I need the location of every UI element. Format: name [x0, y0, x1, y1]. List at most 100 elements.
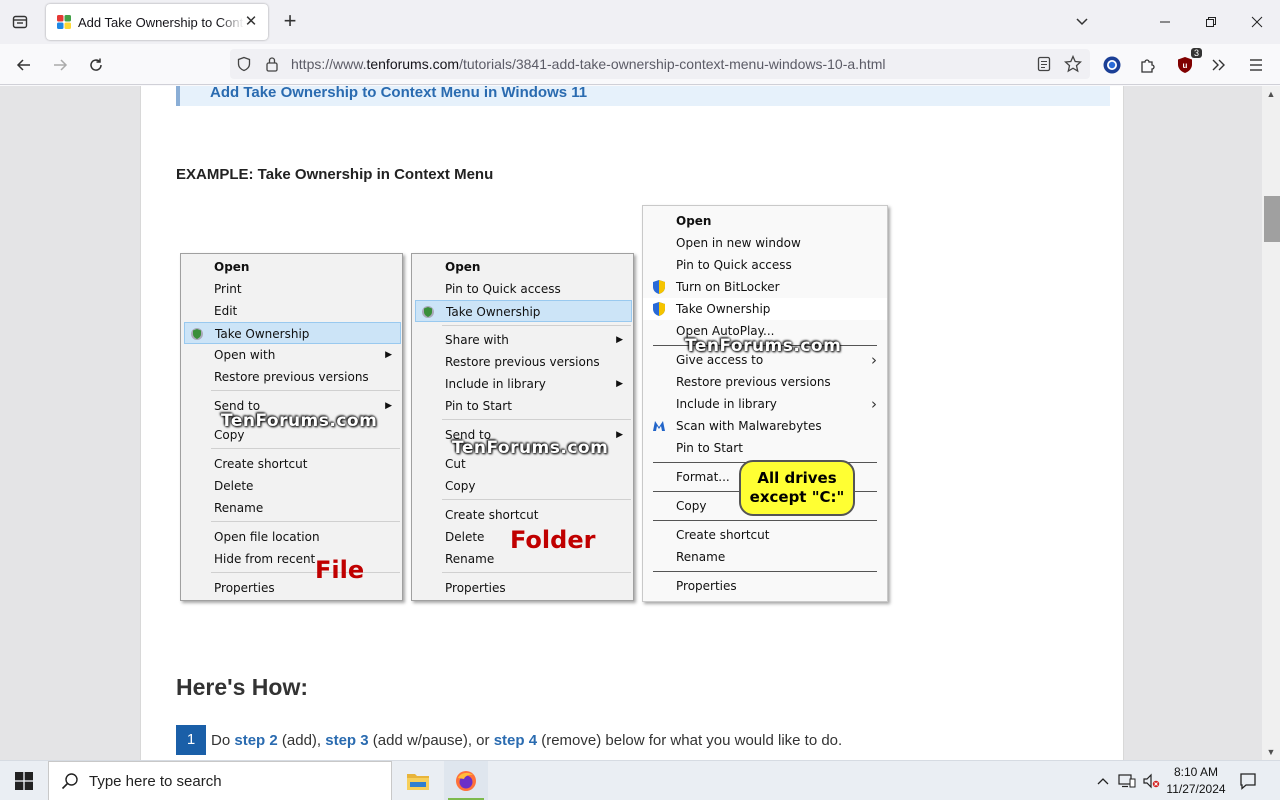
uac-shield-icon [653, 302, 665, 316]
menu-item: Rename [676, 550, 726, 564]
file-label: File [315, 556, 365, 584]
menu-item: Properties [445, 581, 506, 595]
menu-item-take-ownership: Take Ownership [184, 322, 401, 344]
menu-item: Open with ▶ [214, 348, 392, 362]
extension-badge-count: 3 [1190, 48, 1202, 58]
menu-item: Include in library ▶ [445, 377, 623, 391]
menu-item-take-ownership: Take Ownership [415, 300, 632, 322]
menu-item: Print [214, 282, 242, 296]
minimize-icon[interactable] [1142, 0, 1188, 44]
menu-separator [442, 325, 631, 326]
folder-context-menu-image: Open Pin to Quick access Take Ownership … [411, 253, 634, 601]
scroll-thumb[interactable] [1264, 196, 1280, 242]
menu-separator [211, 390, 400, 391]
overflow-chevron-icon[interactable] [1206, 52, 1232, 78]
menu-item: Open [445, 260, 481, 274]
step-number: 1 [176, 725, 206, 755]
shield-icon [191, 328, 203, 340]
tracking-protection-shield-icon[interactable] [234, 54, 254, 74]
taskbar-search-box[interactable]: Type here to search [48, 761, 392, 800]
windows-taskbar: Type here to search 8:10 AM 11/27/2024 [0, 760, 1280, 800]
menu-item: Restore previous versions [676, 375, 831, 389]
windows-logo-icon [15, 772, 33, 790]
menu-item: Turn on BitLocker [643, 276, 887, 298]
notification-center-icon[interactable] [1234, 761, 1262, 800]
search-icon [61, 773, 78, 790]
drive-context-menu-image: Open Open in new window Pin to Quick acc… [642, 205, 888, 602]
forward-arrow-icon[interactable] [47, 52, 73, 78]
reader-view-icon[interactable] [1034, 54, 1054, 74]
file-context-menu-image: Open Print Edit Take Ownership Open with… [180, 253, 403, 601]
drives-callout: All drives except "C:" [739, 460, 855, 516]
menu-separator [211, 572, 400, 573]
show-hidden-icons-chevron-icon[interactable] [1094, 761, 1112, 800]
step-2-link[interactable]: step 2 [234, 732, 277, 749]
menu-item: Open [214, 260, 250, 274]
menu-item: Open file location [214, 530, 320, 544]
menu-item: Create shortcut [445, 508, 539, 522]
watermark: TenForums.com [452, 438, 609, 458]
firefox-taskbar-icon[interactable] [444, 761, 488, 800]
clock-time: 8:10 AM [1173, 765, 1219, 779]
account-icon[interactable] [1099, 52, 1125, 78]
menu-separator [442, 499, 631, 500]
browser-tab[interactable]: Add Take Ownership to Context Menu in Wi… [46, 4, 268, 40]
menu-item: Restore previous versions [214, 370, 369, 384]
folder-label: Folder [510, 526, 596, 554]
menu-separator [653, 571, 877, 572]
malwarebytes-icon [653, 421, 665, 431]
menu-item: Share with ▶ [445, 333, 623, 347]
menu-item: Create shortcut [214, 457, 308, 471]
restore-icon[interactable] [1188, 0, 1234, 44]
menu-item: Scan with Malwarebytes [643, 415, 887, 437]
menu-item: Create shortcut [676, 528, 770, 542]
watermark: TenForums.com [221, 411, 378, 431]
reload-icon[interactable] [83, 52, 109, 78]
menu-item: Edit [214, 304, 238, 318]
menu-separator [653, 520, 877, 521]
menu-item-take-ownership: Take Ownership [643, 298, 887, 320]
related-tutorial-link[interactable]: Add Take Ownership to Context Menu in Wi… [176, 86, 1110, 106]
menu-item: Open [676, 214, 712, 228]
scroll-up-icon[interactable]: ▲ [1262, 86, 1280, 102]
new-tab-button[interactable]: + [279, 10, 301, 34]
hamburger-menu-icon[interactable] [1243, 52, 1269, 78]
menu-item: Pin to Quick access [445, 282, 561, 296]
firefox-view-icon[interactable] [8, 10, 32, 34]
menu-item: Include in library › [676, 395, 877, 413]
file-explorer-icon[interactable] [396, 761, 440, 800]
search-placeholder: Type here to search [89, 772, 222, 790]
back-arrow-icon[interactable] [11, 52, 37, 78]
step-4-link[interactable]: step 4 [494, 732, 537, 749]
shield-icon [422, 306, 434, 318]
menu-item: Rename [214, 501, 264, 515]
step-1: 1 Do step 2 (add), step 3 (add w/pause),… [176, 725, 842, 755]
address-bar[interactable]: https://www.tenforums.com/tutorials/3841… [230, 49, 1090, 79]
bookmark-star-icon[interactable] [1063, 54, 1083, 74]
network-icon[interactable] [1116, 761, 1138, 800]
menu-item: Hide from recent [214, 552, 316, 566]
taskbar-clock[interactable]: 8:10 AM 11/27/2024 [1160, 764, 1232, 798]
list-all-tabs-icon[interactable] [1070, 10, 1094, 34]
scroll-down-icon[interactable]: ▼ [1262, 744, 1280, 760]
navigation-toolbar: https://www.tenforums.com/tutorials/3841… [0, 44, 1280, 85]
lock-icon[interactable] [262, 54, 282, 74]
url-text[interactable]: https://www.tenforums.com/tutorials/3841… [291, 56, 885, 72]
step-3-link[interactable]: step 3 [325, 732, 368, 749]
extensions-puzzle-icon[interactable] [1135, 52, 1161, 78]
volume-muted-icon[interactable] [1140, 761, 1162, 800]
page-scrollbar[interactable]: ▲ ▼ [1262, 86, 1280, 760]
page-viewport: Add Take Ownership to Context Menu in Wi… [0, 86, 1262, 760]
example-title: EXAMPLE: Take Ownership in Context Menu [176, 166, 494, 183]
start-button[interactable] [0, 761, 48, 800]
menu-separator [211, 448, 400, 449]
clock-date: 11/27/2024 [1166, 782, 1226, 796]
menu-item: Restore previous versions [445, 355, 600, 369]
menu-item: Copy [445, 479, 476, 493]
menu-item: Pin to Quick access [676, 258, 792, 272]
close-window-icon[interactable] [1234, 0, 1280, 44]
close-tab-icon[interactable]: ✕ [242, 13, 260, 31]
menu-item: Open in new window [676, 236, 801, 250]
article-content: Add Take Ownership to Context Menu in Wi… [140, 86, 1124, 760]
ublock-shield-icon[interactable]: u 3 [1172, 48, 1202, 78]
